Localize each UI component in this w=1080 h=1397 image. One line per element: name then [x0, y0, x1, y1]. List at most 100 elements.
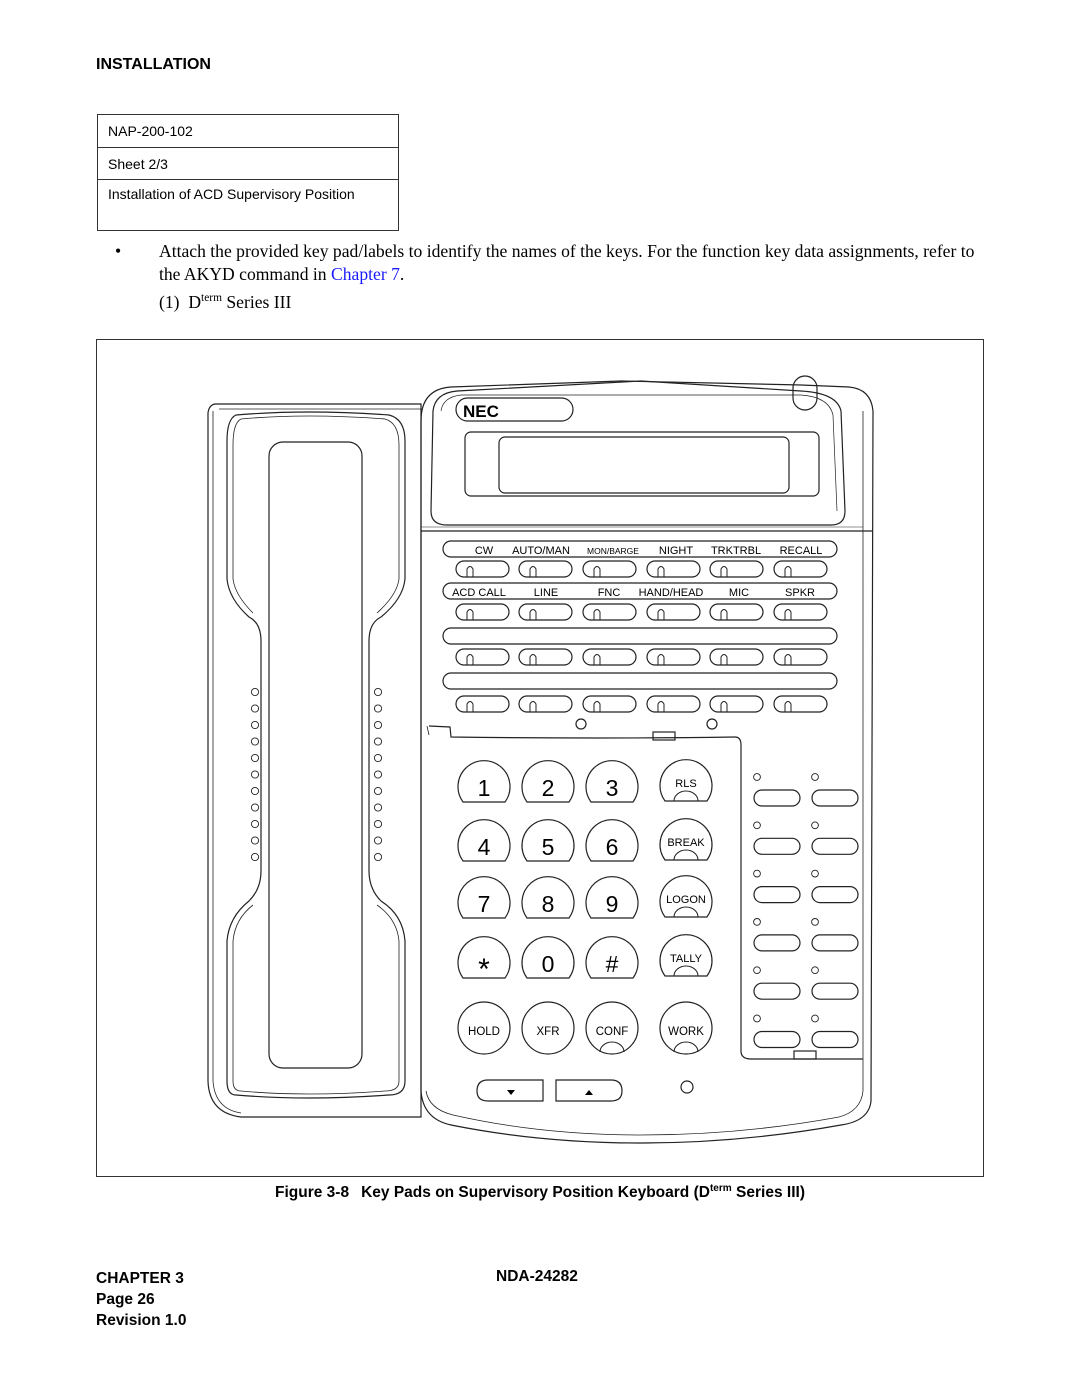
- dss-key[interactable]: [811, 821, 859, 855]
- dss-key[interactable]: [753, 918, 801, 952]
- side-key-break[interactable]: BREAK: [659, 818, 713, 861]
- feature-key-label: CONF: [596, 1026, 629, 1038]
- microphone-icon: [680, 1080, 694, 1094]
- footer-doc-number: NDA-24282: [496, 1268, 578, 1285]
- dialpad-key-0[interactable]: 0: [521, 936, 575, 979]
- function-key[interactable]: [773, 603, 828, 621]
- dialpad-key-label: 9: [606, 891, 619, 917]
- function-key-label: RECALL: [780, 545, 823, 557]
- dialpad-key-label: 3: [606, 775, 619, 801]
- function-key[interactable]: [646, 695, 701, 713]
- dialpad-key-3[interactable]: 3: [585, 760, 639, 803]
- indicator-dot: [706, 718, 718, 730]
- dss-key[interactable]: [811, 918, 859, 952]
- function-key[interactable]: [582, 648, 637, 666]
- feature-key-xfr[interactable]: XFR: [521, 1001, 575, 1055]
- speaker-hole: [250, 720, 260, 730]
- speaker-hole: [250, 737, 260, 746]
- dss-key[interactable]: [811, 966, 859, 1000]
- function-key[interactable]: [518, 560, 573, 578]
- handset-cradle: [207, 403, 422, 1118]
- speaker-hole: [373, 819, 383, 829]
- function-key[interactable]: [646, 603, 701, 621]
- dialpad[interactable]: 1 2 3 4 5 6 7 8 9 * 0 # RLS BREAK LOGON TALLY HOLD XFR CON…: [457, 759, 713, 1055]
- side-key-label: TALLY: [670, 953, 703, 965]
- chapter-7-link[interactable]: Chapter 7: [331, 264, 400, 284]
- footer-chapter: CHAPTER 3: [96, 1270, 184, 1287]
- footer-left: CHAPTER 3 Page 26 Revision 1.0: [96, 1268, 186, 1331]
- side-key-tally[interactable]: TALLY: [659, 934, 713, 977]
- dss-key[interactable]: [811, 773, 859, 807]
- dss-key[interactable]: [811, 1014, 859, 1049]
- dialpad-key-6[interactable]: 6: [585, 819, 639, 862]
- bullet-icon: •: [115, 241, 122, 261]
- function-key[interactable]: [709, 603, 764, 621]
- speaker-hole: [250, 852, 260, 862]
- speaker-hole: [373, 770, 383, 779]
- dss-led: [811, 918, 819, 926]
- instruction-end: .: [399, 264, 405, 284]
- function-key[interactable]: [582, 560, 637, 578]
- dialpad-key-7[interactable]: 7: [457, 876, 511, 919]
- function-key[interactable]: [709, 560, 764, 578]
- dialpad-key-2[interactable]: 2: [521, 760, 575, 803]
- dialpad-key-4[interactable]: 4: [457, 819, 511, 862]
- nec-logo-text: NEC: [463, 402, 499, 421]
- speaker-hole: [250, 819, 260, 829]
- function-key-label: FNC: [598, 587, 621, 599]
- dss-led: [811, 869, 819, 878]
- function-key[interactable]: [518, 648, 573, 666]
- speaker-hole: [373, 687, 383, 697]
- dialpad-key-star[interactable]: *: [457, 936, 511, 986]
- dss-keys[interactable]: [753, 773, 859, 1049]
- side-key-rls[interactable]: RLS: [659, 759, 713, 802]
- side-key-logon[interactable]: LOGON: [659, 875, 713, 918]
- side-key-label: LOGON: [666, 894, 706, 906]
- reference-table-cell-procedure: NAP-200-102: [97, 114, 399, 148]
- section-header: INSTALLATION: [96, 56, 211, 73]
- dss-key[interactable]: [811, 869, 859, 904]
- figure-caption-end: Series III): [731, 1184, 805, 1201]
- figure-caption: Figure 3-8 Key Pads on Supervisory Positi…: [0, 1183, 1080, 1202]
- feature-key-work[interactable]: WORK: [659, 1001, 713, 1055]
- function-key[interactable]: [646, 560, 701, 578]
- function-key[interactable]: [709, 695, 764, 713]
- function-key[interactable]: [709, 648, 764, 666]
- function-key-label: MON/BARGE: [587, 546, 639, 556]
- volume-keys[interactable]: [476, 1079, 623, 1102]
- dialpad-key-1[interactable]: 1: [457, 760, 511, 803]
- dialpad-key-5[interactable]: 5: [521, 819, 575, 862]
- dialpad-key-8[interactable]: 8: [521, 876, 575, 919]
- dss-key[interactable]: [753, 821, 801, 855]
- dialpad-key-9[interactable]: 9: [585, 876, 639, 919]
- feature-key-conf[interactable]: CONF: [585, 1001, 639, 1055]
- dss-led: [811, 966, 819, 975]
- function-key[interactable]: [455, 695, 510, 713]
- function-key[interactable]: [518, 695, 573, 713]
- dss-key[interactable]: [753, 1014, 801, 1049]
- dss-key[interactable]: [753, 773, 801, 807]
- function-key[interactable]: [582, 603, 637, 621]
- function-key[interactable]: [455, 560, 510, 578]
- speaker-hole: [373, 720, 383, 730]
- function-key-label: LINE: [534, 587, 558, 599]
- function-key[interactable]: [773, 560, 828, 578]
- dss-led: [753, 869, 761, 878]
- dss-key[interactable]: [753, 966, 801, 1000]
- sub-item-number: (1): [159, 292, 180, 312]
- function-key[interactable]: [646, 648, 701, 666]
- speaker-hole: [250, 803, 260, 812]
- side-key-label: RLS: [675, 778, 696, 790]
- function-key[interactable]: [773, 648, 828, 666]
- feature-key-hold[interactable]: HOLD: [457, 1001, 511, 1055]
- function-key[interactable]: [518, 603, 573, 621]
- dss-led: [753, 1014, 761, 1023]
- function-key[interactable]: [455, 603, 510, 621]
- function-key[interactable]: [773, 695, 828, 713]
- dialpad-key-label: 7: [478, 891, 491, 917]
- dialpad-key-hash[interactable]: #: [585, 936, 639, 979]
- dss-key[interactable]: [753, 869, 801, 904]
- function-key[interactable]: [455, 648, 510, 666]
- function-key[interactable]: [582, 695, 637, 713]
- feature-key-label: HOLD: [468, 1026, 500, 1038]
